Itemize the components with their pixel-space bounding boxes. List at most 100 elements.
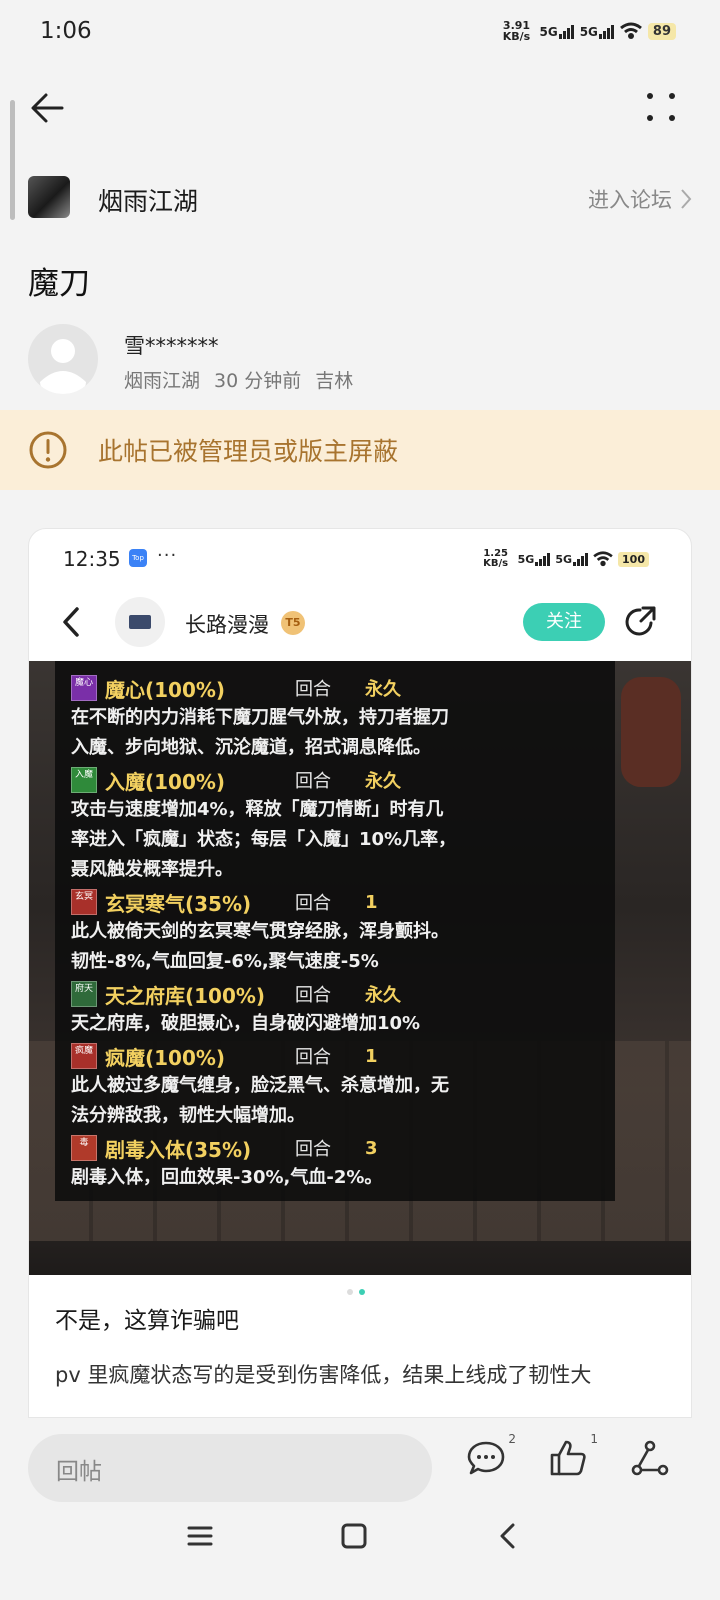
bottom-bar: 回帖 2 1 xyxy=(0,1418,720,1600)
effect-description: 在不断的内力消耗下魔刀腥气外放，持刀者握刀 xyxy=(71,707,449,728)
menu-icon[interactable] xyxy=(186,1522,214,1550)
system-nav-bar xyxy=(0,1510,720,1570)
share-button[interactable] xyxy=(630,1438,674,1482)
embedded-username: 长路漫漫 xyxy=(185,613,269,637)
effect-description: 韧性-8%,气血回复-6%,聚气速度-5% xyxy=(71,951,379,972)
meta-location: 吉林 xyxy=(315,370,354,392)
avatar[interactable] xyxy=(28,324,98,394)
enter-forum-link[interactable]: 进入论坛 xyxy=(588,184,692,214)
effect-duration: 永久 xyxy=(365,679,401,700)
nav-back-icon[interactable] xyxy=(494,1522,522,1550)
effect-entry: 玄冥 玄冥寒气(35%) 回合 1 此人被倚天剑的玄冥寒气贯穿经脉，浑身颤抖。 韧性-8%… xyxy=(71,887,449,977)
signal-icon: 5G xyxy=(580,23,614,39)
signal-icon: 5G xyxy=(555,552,589,566)
like-icon xyxy=(550,1440,586,1476)
effect-description: 聂风触发概率提升。 xyxy=(71,859,233,880)
author-name[interactable]: 雪******* xyxy=(124,330,219,360)
share-icon xyxy=(625,606,656,636)
effect-name: 入魔(100%) xyxy=(105,769,226,794)
effect-description: 率进入「疯魔」状态；每层「入魔」10%几率， xyxy=(71,829,457,850)
effect-name: 疯魔(100%) xyxy=(105,1045,226,1070)
post-meta: 烟雨江湖 30 分钟前 吉林 xyxy=(124,366,353,393)
more-icon[interactable] xyxy=(646,92,676,122)
forum-name: 烟雨江湖 xyxy=(98,187,199,216)
embedded-net-speed: 1.25 KB/s xyxy=(483,548,509,569)
battery-indicator: 89 xyxy=(647,22,676,40)
post-title: 魔刀 xyxy=(28,266,90,302)
effect-round-label: 回合 xyxy=(295,771,331,792)
effect-description: 此人被过多魔气缠身，脸泛黑气、杀意增加，无 xyxy=(71,1075,449,1096)
effect-duration: 永久 xyxy=(365,985,401,1006)
effect-round-label: 回合 xyxy=(295,893,331,914)
net-speed: 3.91 KB/s xyxy=(502,19,531,43)
wifi-icon xyxy=(619,22,642,39)
forum-avatar xyxy=(28,176,70,218)
effect-description: 攻击与速度增加4%，释放「魔刀情断」时有几 xyxy=(71,799,444,820)
meta-time: 30 分钟前 xyxy=(214,370,302,392)
blocked-banner: 此帖已被管理员或版主屏蔽 xyxy=(0,410,720,490)
effect-name: 天之府库(100%) xyxy=(105,983,266,1008)
like-count: 1 xyxy=(590,1432,598,1446)
effect-entry: 入魔 入魔(100%) 回合 永久攻击与速度增加4%，释放「魔刀情断」时有几 率进入「疯… xyxy=(71,765,456,885)
effect-name: 玄冥寒气(35%) xyxy=(105,891,252,916)
effect-description: 入魔、步向地狱、沉沦魔道，招式调息降低。 xyxy=(71,737,431,758)
effect-badge: 府天 xyxy=(71,981,97,1007)
back-icon[interactable] xyxy=(28,88,68,128)
effect-badge: 玄冥 xyxy=(71,889,97,915)
signal-icon: 5G xyxy=(518,552,551,566)
effect-badge: 毒 xyxy=(71,1135,97,1161)
effect-round-label: 回合 xyxy=(295,1047,331,1068)
app-icon: Top xyxy=(129,549,147,567)
effect-duration: 3 xyxy=(365,1137,378,1159)
effect-duration: 1 xyxy=(365,891,378,913)
embedded-battery: 100 xyxy=(618,551,649,567)
effect-entry: 府天 天之府库(100%) 回合 永久 天之府库，破胆摄心，自身破闪避增加10% xyxy=(71,979,420,1039)
effect-entry: 毒剧毒入体(35%) 回合 3 剧毒入体，回血效果-30%,气血-2%。 xyxy=(71,1133,382,1193)
status-bar: 1:06 3.91 KB/s 5G 5G 89 xyxy=(0,0,720,66)
post-body-line: 不是，这算诈骗吧 xyxy=(55,1308,239,1334)
back-icon xyxy=(63,607,79,637)
signal-icon: 5G xyxy=(540,23,574,39)
effect-badge: 疯魔 xyxy=(71,1043,97,1069)
embedded-status-bar: 12:35 Top ··· 1.25 KB/s 5G 5G 100 xyxy=(29,529,691,587)
page: 1:06 3.91 KB/s 5G 5G 89 烟雨江湖 进入论坛 魔刀 雪***… xyxy=(0,0,720,1600)
game-screenshot-image[interactable]: 魔心 魔心(100%) 回合 永久 在不断的内力消耗下魔刀腥气外放，持刀者握刀 入魔、步向… xyxy=(29,661,691,1275)
meta-forum: 烟雨江湖 xyxy=(124,370,201,392)
forum-row[interactable]: 烟雨江湖 进入论坛 xyxy=(28,176,692,220)
embedded-nav: 长路漫漫 T5 关注 xyxy=(29,591,691,655)
effect-round-label: 回合 xyxy=(295,679,331,700)
status-icons: 3.91 KB/s 5G 5G 89 xyxy=(500,19,676,43)
comment-count: 2 xyxy=(508,1432,516,1446)
post-content-card: 12:35 Top ··· 1.25 KB/s 5G 5G 100 长路漫漫 T5… xyxy=(28,528,692,1418)
status-time: 1:06 xyxy=(40,18,92,44)
embedded-status-icons: 1.25 KB/s 5G 5G 100 xyxy=(479,549,649,569)
embedded-dots: ··· xyxy=(157,545,178,566)
embedded-time: 12:35 xyxy=(63,547,121,571)
image-pager xyxy=(347,1289,365,1295)
enter-forum-label: 进入论坛 xyxy=(588,188,672,212)
effect-description: 天之府库，破胆摄心，自身破闪避增加10% xyxy=(71,1013,421,1034)
effect-name: 魔心(100%) xyxy=(105,677,226,702)
effect-badge: 入魔 xyxy=(71,767,97,793)
effect-name: 剧毒入体(35%) xyxy=(105,1137,252,1162)
chevron-right-icon xyxy=(681,189,692,209)
comment-button[interactable]: 2 xyxy=(466,1432,516,1482)
home-icon[interactable] xyxy=(340,1522,368,1550)
embedded-avatar xyxy=(115,597,165,647)
reply-input[interactable]: 回帖 xyxy=(28,1434,432,1502)
effect-round-label: 回合 xyxy=(295,1139,331,1160)
effect-entry: 魔心 魔心(100%) 回合 永久在不断的内力消耗下魔刀腥气外放，持刀者握刀 入魔、步向… xyxy=(71,673,449,763)
effect-badge: 魔心 xyxy=(71,675,97,701)
wifi-icon xyxy=(593,551,613,567)
effect-duration: 1 xyxy=(365,1045,378,1067)
level-badge: T5 xyxy=(281,611,305,635)
comment-icon xyxy=(467,1441,505,1475)
like-button[interactable]: 1 xyxy=(548,1432,598,1482)
effect-duration: 永久 xyxy=(365,771,401,792)
effect-description: 此人被倚天剑的玄冥寒气贯穿经脉，浑身颤抖。 xyxy=(71,921,449,942)
scroll-indicator xyxy=(10,100,15,220)
post-body-line: pv 里疯魔状态写的是受到伤害降低，结果上线成了韧性大 xyxy=(55,1363,592,1387)
blocked-text: 此帖已被管理员或版主屏蔽 xyxy=(98,437,399,466)
effect-entry: 疯魔 疯魔(100%) 回合 1 此人被过多魔气缠身，脸泛黑气、杀意增加，无 法分辨敌我，… xyxy=(71,1041,449,1131)
effect-description: 剧毒入体，回血效果-30%,气血-2%。 xyxy=(71,1167,383,1188)
